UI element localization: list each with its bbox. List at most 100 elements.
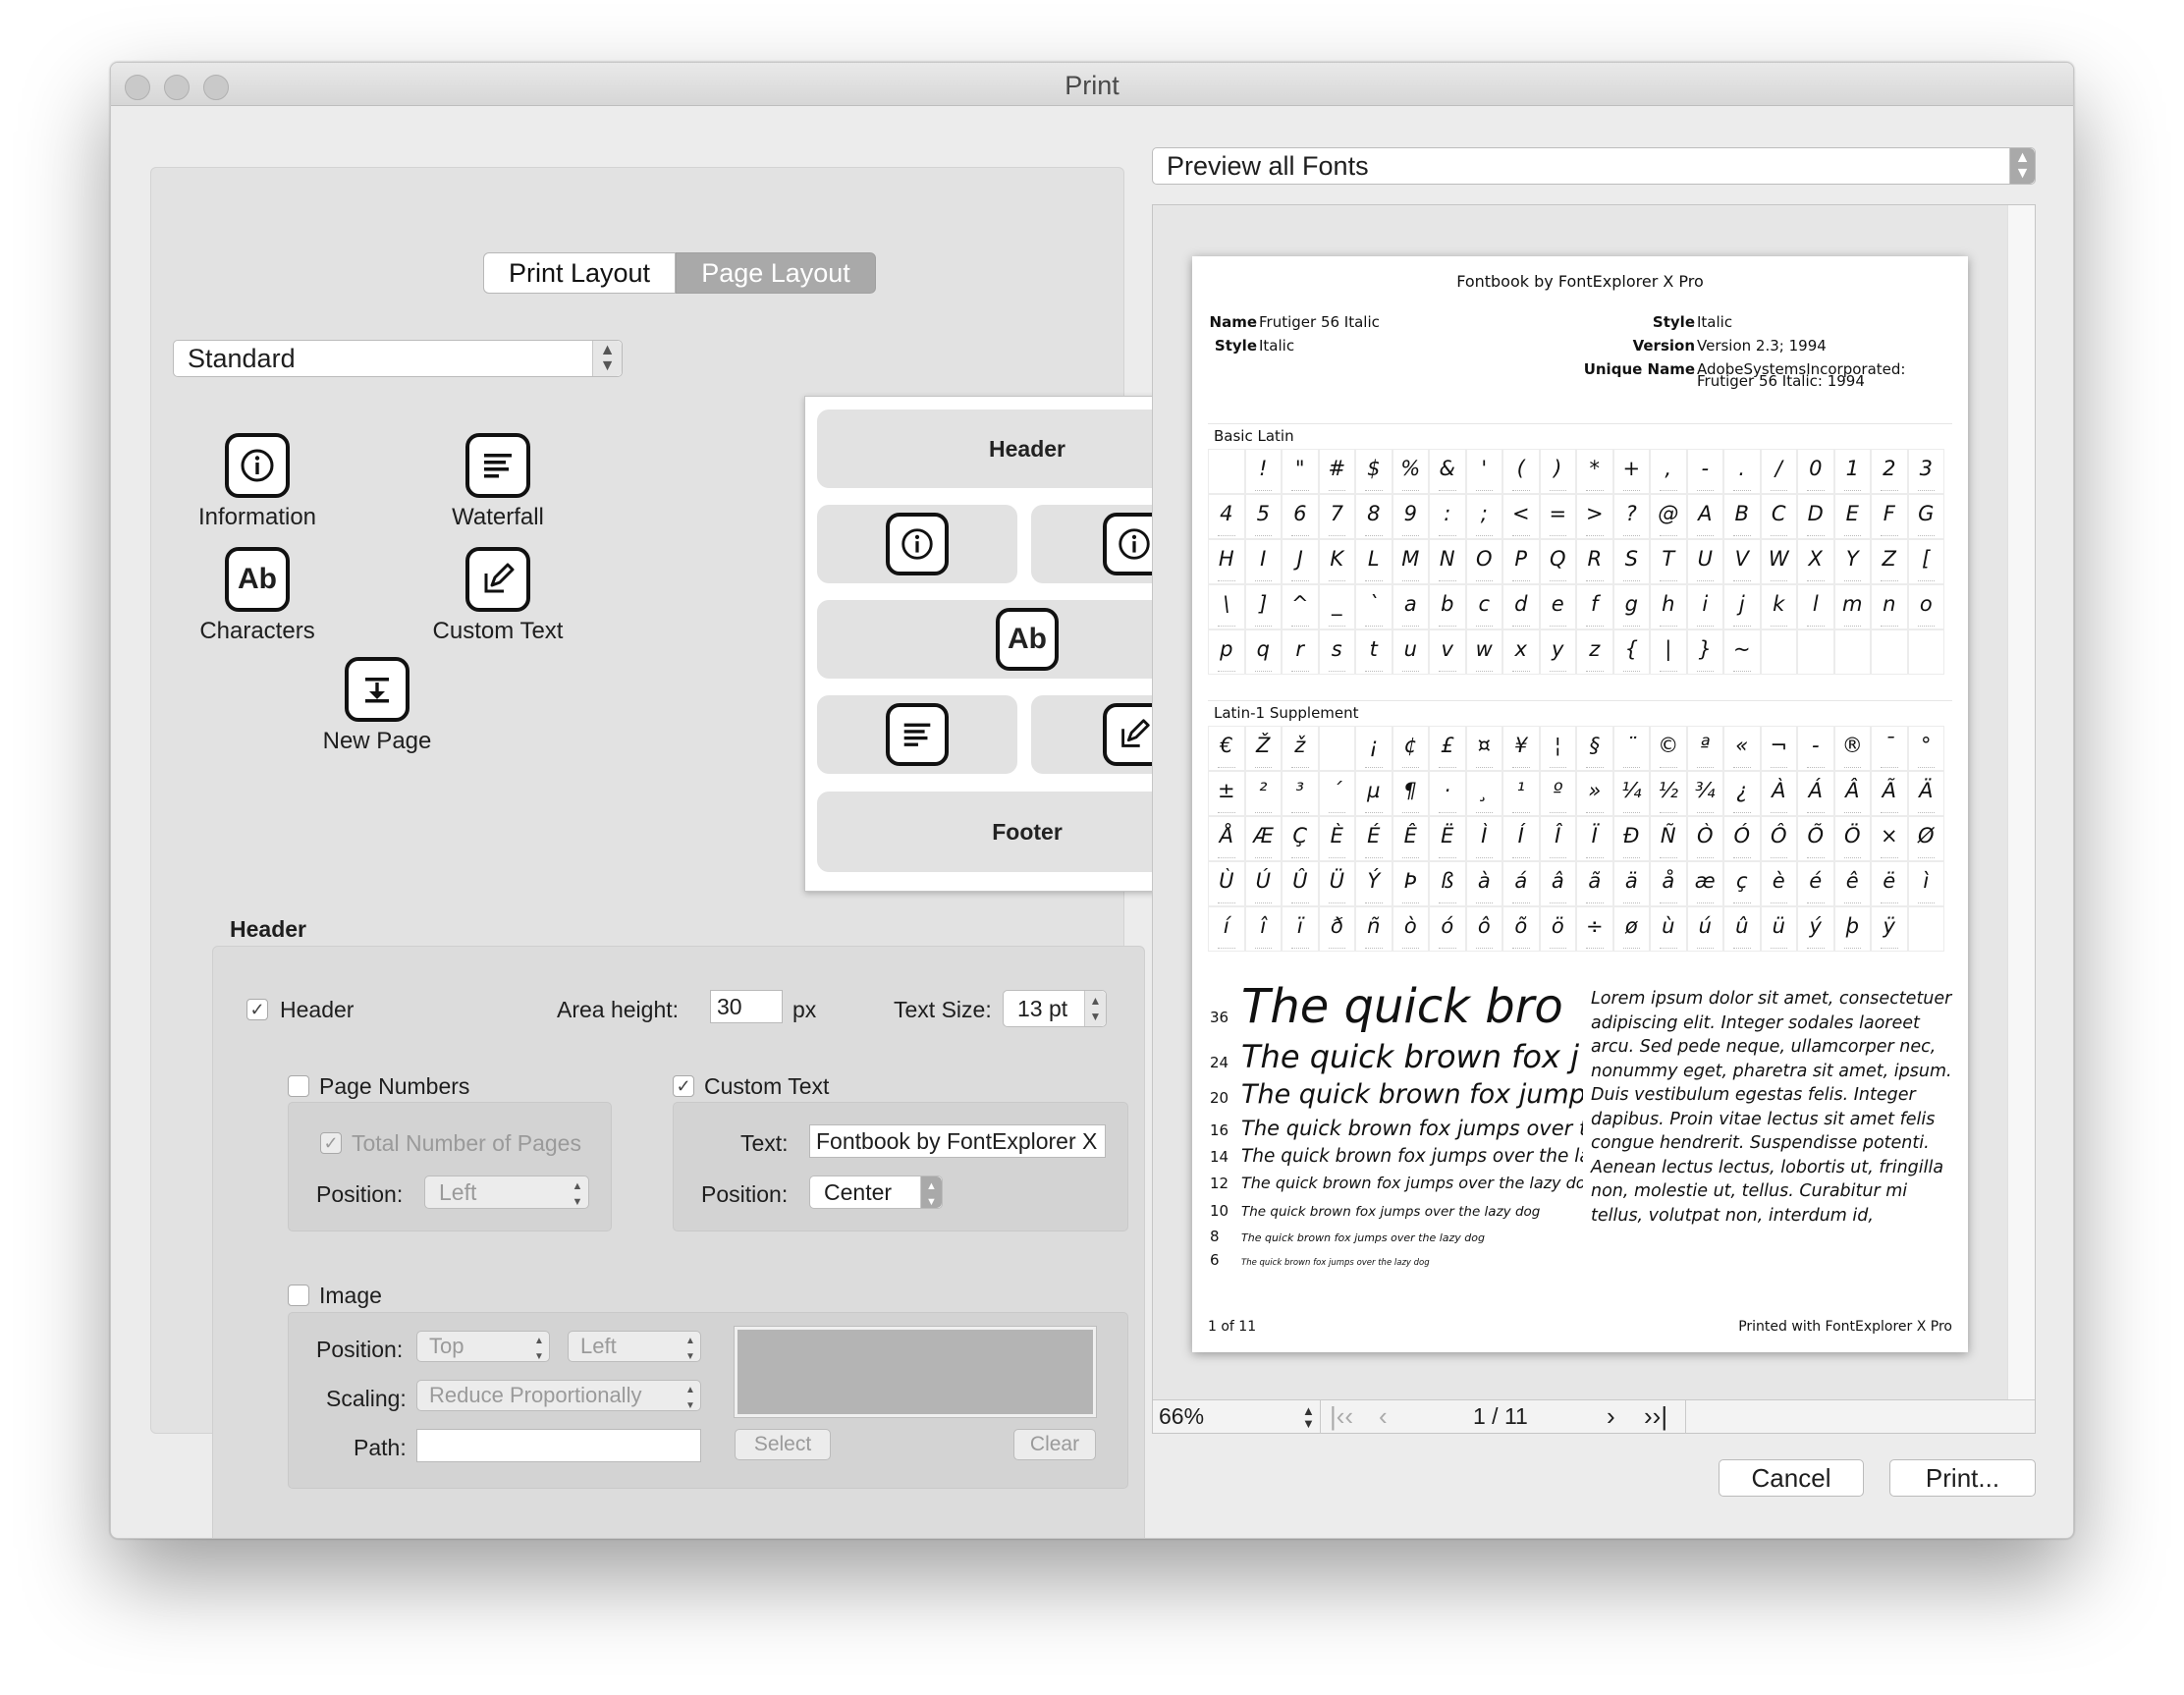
glyph-code: [1807, 948, 1825, 950]
glyph-cell: ^: [1282, 584, 1319, 629]
waterfall-icon: [886, 703, 949, 766]
meta-key: Name: [1209, 313, 1257, 331]
meta-key: Version: [1632, 337, 1695, 355]
tool-characters[interactable]: Ab Characters: [159, 547, 355, 645]
glyph-cell: f: [1576, 584, 1613, 629]
preview-info-slot-left[interactable]: [817, 505, 1017, 583]
last-page-icon[interactable]: ››|: [1644, 1401, 1667, 1432]
image-position-v-select[interactable]: Top ▲ ▼: [416, 1331, 550, 1362]
tab-print-layout[interactable]: Print Layout: [483, 252, 676, 294]
glyph-cell: ': [1465, 449, 1502, 494]
header-checkbox[interactable]: ✓: [246, 999, 268, 1020]
glyph-code: [1512, 812, 1530, 814]
total-pages-checkbox[interactable]: ✓: [320, 1132, 342, 1154]
glyph-code: [1512, 767, 1530, 769]
glyph-code: [1696, 857, 1714, 859]
glyph-code: [1475, 490, 1493, 492]
tool-waterfall[interactable]: Waterfall: [400, 433, 596, 531]
glyph-code: [1365, 671, 1383, 673]
glyph-cell: µ: [1355, 771, 1392, 816]
glyph-cell: 2: [1871, 449, 1908, 494]
text-size-value: 13 pt: [1017, 996, 1068, 1021]
glyph-code: [1291, 948, 1309, 950]
glyph-cell: ø: [1612, 906, 1650, 952]
next-page-icon[interactable]: ›: [1607, 1401, 1615, 1432]
glyph-cell: [1760, 629, 1797, 675]
glyph-cell: _: [1318, 584, 1355, 629]
glyph-code: [1917, 580, 1935, 582]
glyph-code: [1328, 671, 1345, 673]
image-checkbox[interactable]: [288, 1285, 309, 1306]
glyph-code: [1549, 671, 1566, 673]
glyph-code: [1733, 580, 1751, 582]
custom-text-input[interactable]: Fontbook by FontExplorer X: [809, 1124, 1106, 1158]
text-size-stepper[interactable]: 13 pt ▲ ▼: [1003, 990, 1107, 1027]
tool-custom-text[interactable]: Custom Text: [400, 547, 596, 645]
zoom-stepper-icon[interactable]: ▲ ▼: [1302, 1404, 1315, 1430]
glyph-cell: <: [1502, 494, 1540, 539]
glyph-cell: ¸: [1465, 771, 1502, 816]
glyph-cell: Ì: [1465, 816, 1502, 861]
tool-new-page[interactable]: New Page: [279, 657, 475, 755]
font-preview-select-value: Preview all Fonts: [1167, 151, 1369, 181]
preview-scrollbar[interactable]: [2007, 205, 2035, 1399]
glyph-cell: ©: [1650, 726, 1687, 771]
select-image-button[interactable]: Select: [735, 1429, 831, 1460]
font-preview-select[interactable]: Preview all Fonts ▲ ▼: [1152, 147, 2036, 185]
previous-page-icon[interactable]: ‹: [1379, 1401, 1388, 1432]
glyph-cell: T: [1650, 539, 1687, 584]
glyph-cell: a: [1392, 584, 1429, 629]
print-button[interactable]: Print...: [1889, 1459, 2036, 1497]
glyph-cell: ý: [1797, 906, 1834, 952]
glyph-code: [1660, 812, 1677, 814]
image-scaling-select[interactable]: Reduce Proportionally ▲ ▼: [416, 1380, 701, 1411]
page-indicator: 1 / 11: [1473, 1403, 1528, 1429]
glyph-cell: ×: [1871, 816, 1908, 861]
stepper-arrows-icon[interactable]: ▲ ▼: [1084, 991, 1106, 1026]
glyph-cell: e: [1539, 584, 1576, 629]
image-position-h-select[interactable]: Left ▲ ▼: [568, 1331, 701, 1362]
glyph-code: [1843, 948, 1861, 950]
glyph-code: [1549, 626, 1566, 628]
clear-image-button[interactable]: Clear: [1013, 1429, 1096, 1460]
glyph-cell: .: [1723, 449, 1761, 494]
glyph-code: [1917, 626, 1935, 628]
chevron-updown-icon: ▲ ▼: [2009, 148, 2035, 184]
custom-text-text-label: Text:: [740, 1130, 789, 1156]
info-icon: [225, 433, 290, 498]
layout-template-select[interactable]: Standard ▲ ▼: [173, 340, 623, 377]
meta-key: Style: [1652, 313, 1695, 331]
custom-text-position-select[interactable]: Center ▲ ▼: [809, 1176, 943, 1209]
glyph-cell: ã: [1576, 861, 1613, 906]
glyph-code: [1291, 902, 1309, 904]
glyph-cell: ä: [1612, 861, 1650, 906]
glyph-code: [1439, 580, 1456, 582]
glyph-cell: Ã: [1871, 771, 1908, 816]
glyph-cell: ð: [1318, 906, 1355, 952]
page-numbers-label: Page Numbers: [319, 1073, 470, 1099]
glyph-cell: Y: [1833, 539, 1871, 584]
cancel-button[interactable]: Cancel: [1719, 1459, 1864, 1497]
glyph-cell: [1318, 726, 1355, 771]
preview-waterfall-slot[interactable]: [817, 695, 1017, 774]
tool-new-page-label: New Page: [322, 728, 432, 754]
glyph-code: [1549, 948, 1566, 950]
custom-text-checkbox[interactable]: ✓: [673, 1075, 694, 1097]
divider: [1685, 1400, 1686, 1434]
new-page-icon: [345, 657, 410, 722]
page-number-position-select[interactable]: Left ▲ ▼: [424, 1176, 589, 1209]
tab-page-layout[interactable]: Page Layout: [676, 252, 876, 294]
glyph-code: [1622, 535, 1640, 537]
area-height-input[interactable]: 30: [710, 990, 783, 1023]
image-path-input[interactable]: [416, 1429, 701, 1462]
glyph-code: [1696, 812, 1714, 814]
waterfall-size: 16: [1210, 1121, 1229, 1139]
image-well[interactable]: [734, 1326, 1097, 1418]
glyph-cell: u: [1392, 629, 1429, 675]
first-page-icon[interactable]: |‹‹: [1330, 1401, 1353, 1432]
area-height-label: Area height:: [557, 997, 680, 1022]
page-numbers-checkbox[interactable]: [288, 1075, 309, 1097]
waterfall-text: The quick brown fox jumps over the lazy …: [1241, 1258, 1430, 1268]
tool-information[interactable]: Information: [159, 433, 355, 531]
glyph-cell: (: [1502, 449, 1540, 494]
